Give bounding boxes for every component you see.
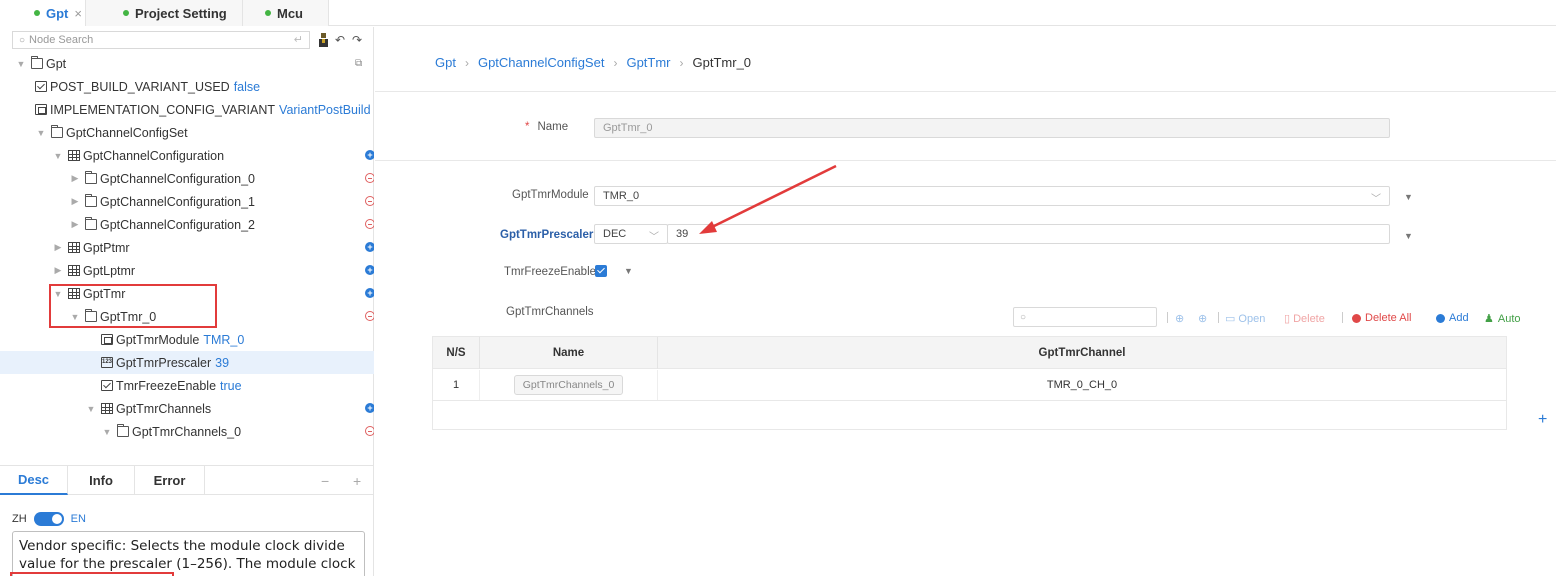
annotation-arrow	[699, 164, 837, 234]
